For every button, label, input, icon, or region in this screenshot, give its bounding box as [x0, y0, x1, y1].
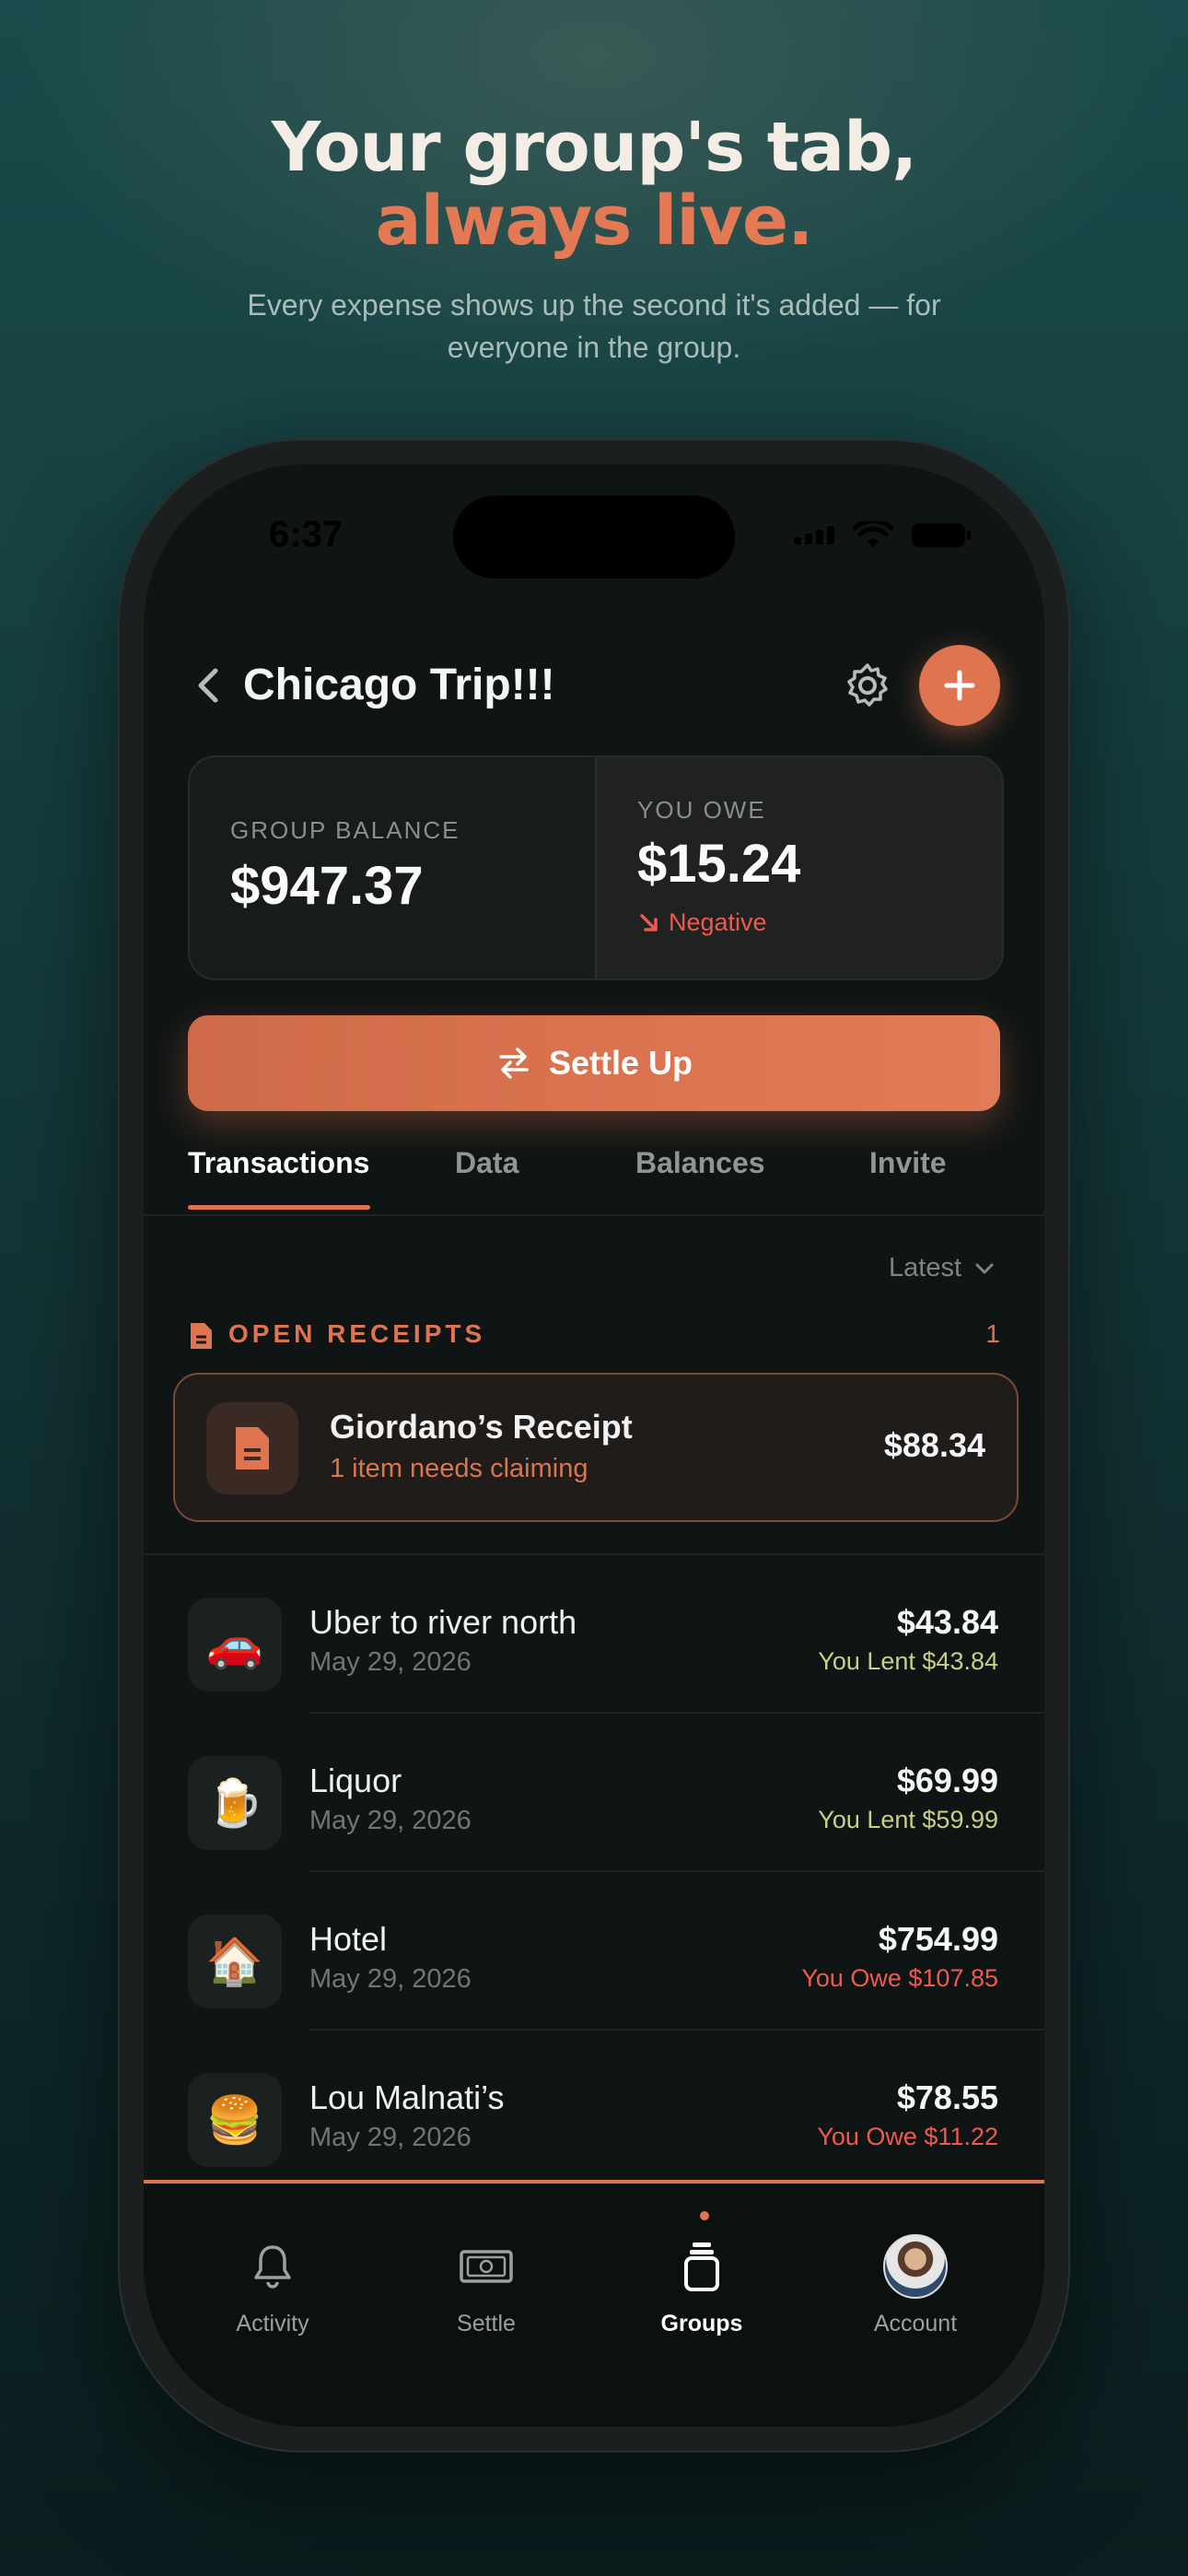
tab-settle-label: Settle — [457, 2311, 516, 2336]
tab-transactions[interactable]: Transactions — [188, 1146, 369, 1180]
owe-status: Negative — [637, 908, 767, 937]
active-tab-dot — [700, 2211, 709, 2220]
receipt-card[interactable]: Giordano’s Receipt 1 item needs claiming… — [173, 1373, 1019, 1522]
signal-icon — [794, 526, 834, 544]
dynamic-island — [453, 496, 735, 579]
beer-icon: 🍺 — [188, 1756, 282, 1850]
house-icon: 🏠 — [188, 1914, 282, 2008]
hero: Your group's tab, always live. Every exp… — [0, 111, 1188, 369]
transaction-name: Lou Malnati’s — [309, 2078, 505, 2116]
group-balance-panel: GROUP BALANCE $947.37 — [190, 757, 595, 978]
transaction-status: You Lent $59.99 — [818, 1806, 998, 1833]
you-owe-amount: $15.24 — [637, 834, 801, 894]
transaction-row[interactable]: 🚗 Uber to river north May 29, 2026 $43.8… — [144, 1555, 1044, 1712]
open-receipts-count: 1 — [985, 1319, 1000, 1348]
swap-arrows-icon — [499, 1048, 529, 1079]
gear-icon[interactable] — [844, 662, 891, 709]
chevron-down-icon — [975, 1263, 994, 1273]
sort-label: Latest — [889, 1253, 961, 1282]
open-receipts-label: OPEN RECEIPTS — [228, 1319, 486, 1348]
transaction-date: May 29, 2026 — [309, 2123, 472, 2152]
transaction-name: Uber to river north — [309, 1603, 577, 1641]
cash-icon — [460, 2250, 513, 2283]
transaction-status: You Owe $11.22 — [817, 2123, 998, 2150]
back-chevron-icon[interactable] — [184, 660, 236, 711]
phone-screen: 6:37 Chicago Trip!!! GROUP BALANCE $947.… — [144, 464, 1044, 2427]
transaction-row[interactable]: 🍔 Lou Malnati’s May 29, 2026 $78.55 You … — [188, 2029, 1044, 2187]
owe-status-label: Negative — [669, 908, 767, 936]
you-owe-label: YOU OWE — [637, 796, 766, 824]
burger-icon: 🍔 — [188, 2073, 282, 2167]
settle-up-button[interactable]: Settle Up — [188, 1015, 1000, 1111]
nav-bar: Chicago Trip!!! — [144, 636, 1044, 737]
transaction-amount: $69.99 — [896, 1762, 998, 1799]
receipt-amount: $88.34 — [883, 1426, 985, 1464]
transaction-date: May 29, 2026 — [309, 1647, 472, 1677]
plus-icon — [944, 670, 975, 701]
transaction-amount: $43.84 — [896, 1603, 998, 1641]
transaction-amount: $78.55 — [896, 2078, 998, 2116]
active-tab-indicator — [188, 1205, 370, 1210]
arrow-down-right-icon — [640, 913, 658, 931]
transaction-name: Hotel — [309, 1920, 388, 1958]
transaction-status: You Lent $43.84 — [818, 1647, 998, 1675]
tab-activity-label: Activity — [236, 2311, 309, 2336]
transaction-status: You Owe $107.85 — [801, 1964, 998, 1992]
wifi-icon — [853, 521, 893, 547]
receipt-icon-tile — [206, 1402, 298, 1494]
add-expense-button[interactable] — [919, 645, 1000, 726]
transaction-date: May 29, 2026 — [309, 1806, 472, 1835]
transaction-amount: $754.99 — [878, 1920, 998, 1958]
bottom-tab-bar: Activity Settle Groups Account — [144, 2180, 1044, 2427]
hero-subtitle: Every expense shows up the second it's a… — [247, 288, 941, 364]
balance-card: GROUP BALANCE $947.37 YOU OWE $15.24 Neg… — [188, 755, 1004, 980]
receipt-title: Giordano’s Receipt — [330, 1408, 633, 1446]
group-balance-label: GROUP BALANCE — [230, 816, 460, 844]
battery-icon — [912, 523, 971, 547]
transaction-row[interactable]: 🏠 Hotel May 29, 2026 $754.99 You Owe $10… — [188, 1870, 1044, 2029]
transaction-row[interactable]: 🍺 Liquor May 29, 2026 $69.99 You Lent $5… — [188, 1712, 1044, 1870]
transaction-name: Liquor — [309, 1762, 402, 1799]
group-balance-amount: $947.37 — [230, 856, 424, 916]
tab-invite[interactable]: Invite — [869, 1146, 947, 1180]
settle-up-label: Settle Up — [548, 1044, 693, 1082]
you-owe-panel: YOU OWE $15.24 Negative — [595, 757, 1002, 978]
tab-bar-top: Transactions Data Balances Invite — [144, 1126, 1044, 1216]
tab-account-label: Account — [873, 2311, 958, 2336]
hero-accent: always live. — [375, 181, 814, 261]
tab-groups-label: Groups — [660, 2311, 743, 2336]
avatar — [883, 2234, 948, 2299]
tab-activity[interactable]: Activity — [181, 2230, 365, 2337]
transaction-list: 🚗 Uber to river north May 29, 2026 $43.8… — [144, 1555, 1044, 2187]
tab-account[interactable]: Account — [823, 2230, 1007, 2337]
receipt-subtitle: 1 item needs claiming — [330, 1454, 588, 1483]
tab-settle[interactable]: Settle — [394, 2230, 578, 2337]
groups-icon — [684, 2242, 719, 2291]
tab-data[interactable]: Data — [455, 1146, 518, 1180]
status-icons — [794, 521, 971, 549]
hero-title: Your group's tab, — [271, 108, 917, 187]
document-icon — [236, 1427, 269, 1469]
group-title: Chicago Trip!!! — [243, 661, 555, 709]
car-icon: 🚗 — [188, 1598, 282, 1692]
bell-icon — [254, 2245, 291, 2289]
tab-groups[interactable]: Groups — [610, 2230, 794, 2337]
status-time: 6:37 — [269, 514, 344, 555]
sort-dropdown[interactable]: Latest — [889, 1253, 996, 1283]
open-receipts-header: OPEN RECEIPTS 1 — [188, 1319, 1000, 1356]
document-icon — [191, 1323, 212, 1349]
transaction-date: May 29, 2026 — [309, 1964, 472, 1994]
tab-balances[interactable]: Balances — [635, 1146, 765, 1180]
